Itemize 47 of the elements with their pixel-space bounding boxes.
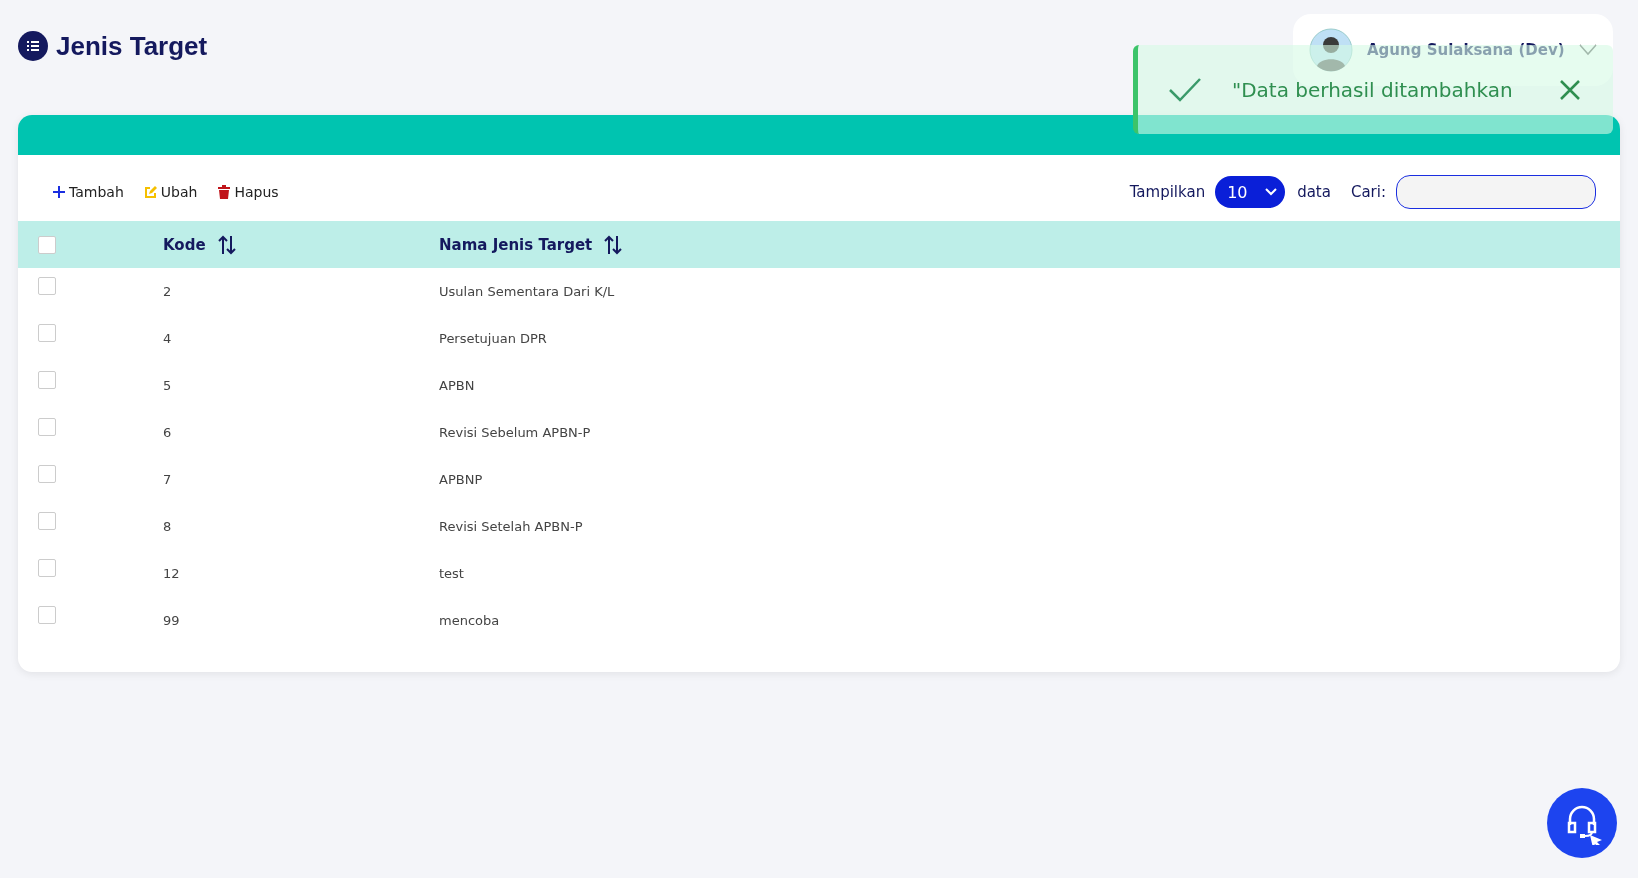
user-name: Agung Sulaksana (Dev)	[1367, 41, 1565, 59]
add-button[interactable]: Tambah	[52, 184, 124, 200]
row-checkbox[interactable]	[38, 276, 56, 295]
edit-icon	[143, 185, 158, 199]
table-cell: 4	[163, 331, 172, 346]
row-checkbox[interactable]	[38, 511, 56, 530]
table-cell: Persetujuan DPR	[439, 331, 547, 346]
table-cell: test	[439, 566, 464, 581]
close-icon[interactable]	[1559, 78, 1581, 101]
page-size-select[interactable]: 10	[1215, 176, 1286, 208]
table-cell: Revisi Sebelum APBN-P	[439, 425, 591, 440]
table-cell: Usulan Sementara Dari K/L	[439, 284, 615, 299]
plus-icon	[52, 185, 66, 199]
row-checkbox[interactable]	[38, 558, 56, 577]
delete-button[interactable]: Hapus	[217, 184, 279, 200]
page-size-suffix: data	[1297, 183, 1331, 201]
table-cell: 12	[163, 566, 180, 581]
row-checkbox[interactable]	[38, 464, 56, 483]
trash-icon	[217, 185, 232, 199]
table-cell: 99	[163, 613, 180, 628]
table-cell: 8	[163, 519, 172, 534]
table-cell: mencoba	[439, 613, 500, 628]
table-cell: APBN	[439, 378, 475, 393]
edit-button[interactable]: Ubah	[143, 184, 198, 200]
row-checkbox[interactable]	[38, 323, 56, 342]
select-all-checkbox[interactable]	[38, 235, 56, 254]
close-glyph-icon	[1559, 78, 1581, 101]
search-label: Cari:	[1350, 183, 1386, 201]
column-header[interactable]: Nama Jenis Target	[439, 235, 593, 254]
row-checkbox[interactable]	[38, 605, 56, 624]
table-cell: 2	[163, 284, 172, 299]
table-cell: Revisi Setelah APBN-P	[439, 519, 583, 534]
page-title: Jenis Target	[56, 30, 208, 62]
table-cell: 6	[163, 425, 172, 440]
avatar-icon	[1309, 28, 1353, 72]
table-cell: 7	[163, 472, 172, 487]
row-checkbox[interactable]	[38, 417, 56, 436]
column-header[interactable]: Kode	[163, 235, 206, 254]
chevron-down-icon	[1265, 188, 1278, 196]
row-checkbox[interactable]	[38, 370, 56, 389]
table-cell: 5	[163, 378, 172, 393]
search-field[interactable]	[1396, 175, 1596, 209]
list-icon	[18, 31, 48, 61]
page-size-label: Tampilkan	[1129, 183, 1206, 201]
table-cell: APBNP	[439, 472, 483, 487]
sort-icon[interactable]	[602, 233, 625, 256]
chevron-down-icon	[1579, 44, 1597, 56]
